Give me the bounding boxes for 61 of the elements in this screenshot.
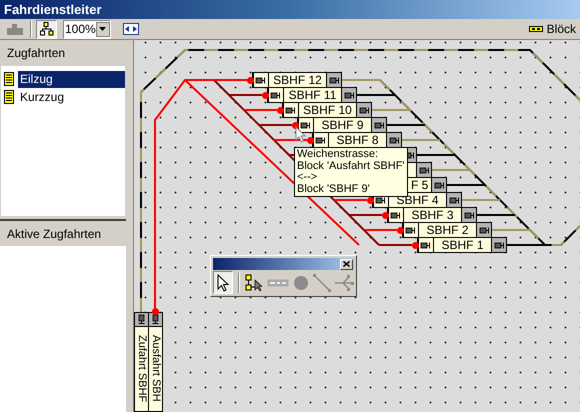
block-icon [528,26,543,32]
list-icon [4,90,14,104]
block-label: Zufahrt SBHF [136,335,147,402]
block-label: SBHF 11 [288,89,336,101]
caret-icon [99,27,106,31]
block-label: SBHF 12 [273,74,322,86]
block-label: SBHF 9 [321,119,364,131]
block-label: SBHF 2 [426,224,468,236]
block-label: SBHF 10 [303,104,352,116]
connector-icon [420,242,432,248]
block-label: SBHF 1 [441,239,484,251]
connector-icon [300,122,312,128]
track-block[interactable]: SBHF 9 [297,117,387,133]
connector-icon [138,314,145,325]
list-item[interactable]: Kurzzug [18,88,125,106]
connector-icon [374,122,385,128]
connector-icon [255,76,266,84]
connector-icon [405,226,416,234]
block-label: Ausfahrt SBH [150,335,161,402]
connector-icon [434,182,445,188]
window-title: Fahrdienstleiter [0,0,580,19]
connector-icon [152,314,159,325]
track-block[interactable]: SBHF 12 [252,72,342,88]
track-block[interactable]: SBHF 8 [312,132,402,148]
connector-icon [390,212,402,218]
tooltip-line: Block 'Ausfahrt SBHF' [297,160,405,172]
connector-icon [315,136,326,144]
connector-icon [448,196,460,204]
panel-title: Zugfahrten [7,44,66,62]
track-block[interactable]: SBHF 11 [267,87,357,103]
connector-icon [328,76,340,84]
list-icon [4,72,14,86]
track-block[interactable]: SBHF 1 [417,237,507,253]
block-label: F 5 [411,179,428,191]
track-block[interactable]: SBHF 3 [387,207,477,223]
connector-icon [285,106,296,114]
connector-icon [418,166,430,174]
tooltip-line: <--> [297,172,318,184]
connector-icon [388,136,400,144]
tooltip-line: Block 'SBHF 9' [297,184,371,195]
connector-icon [494,242,505,248]
tooltip-line: Weichenstrasse: [297,149,380,160]
block-label: SBHF 8 [336,134,378,146]
panel-title: Aktive Zugfahrten [7,226,102,242]
connector-icon [344,92,355,98]
tree-view-icon[interactable] [36,20,57,38]
vertical-track-block[interactable]: Zufahrt SBHF [134,312,149,412]
blocks-label[interactable]: Blöck [546,20,576,38]
track-block[interactable]: SBHF 2 [402,222,492,238]
list-item[interactable]: Eilzug [18,70,125,88]
track-block[interactable]: SBHF 10 [282,102,372,118]
connector-icon [270,92,282,98]
connector-icon [478,226,490,234]
close-icon [343,261,350,267]
zoom-select[interactable]: 100% [63,20,111,38]
pointer-tool-icon[interactable] [213,271,233,294]
connector-icon [464,212,475,218]
close-button[interactable] [340,258,353,270]
mouse-cursor-icon [295,126,306,143]
block-label: SBHF 3 [411,209,454,221]
connector-icon [358,106,370,114]
